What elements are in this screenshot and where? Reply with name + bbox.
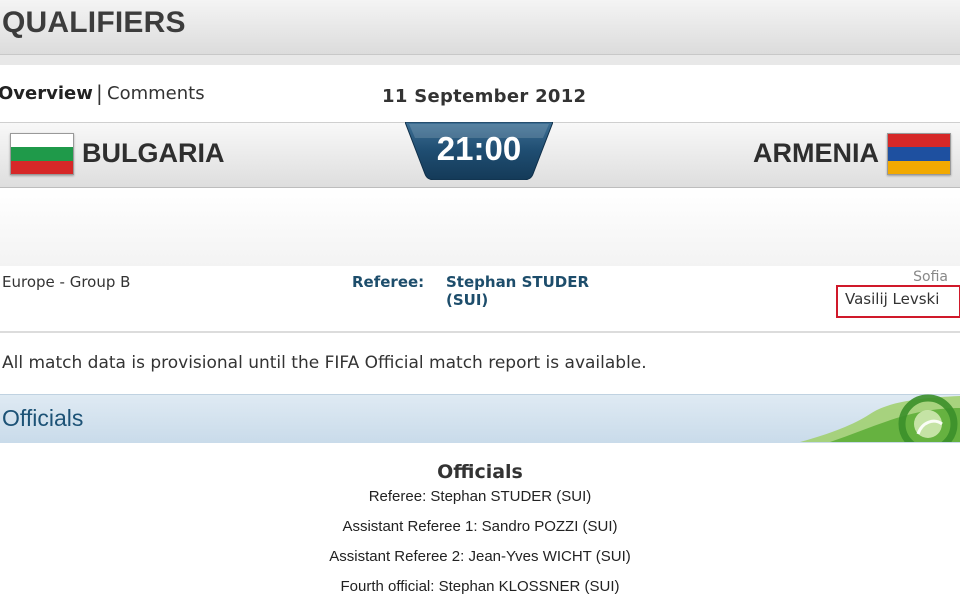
official-fourth: Fourth official: Stephan KLOSSNER (SUI)	[340, 578, 620, 595]
flag-stripe-top	[888, 134, 950, 148]
tab-separator: |	[96, 81, 103, 105]
page-title: QUALIFIERS	[2, 6, 186, 39]
venue-city: Sofia	[913, 269, 948, 285]
away-team-name[interactable]: ARMENIA	[753, 138, 879, 169]
header-divider	[0, 55, 960, 65]
match-group: Europe - Group B	[2, 273, 131, 291]
officials-heading: Officials	[437, 461, 523, 483]
kickoff-time: 21:00	[436, 130, 522, 167]
provisional-notice: All match data is provisional until the …	[2, 353, 647, 373]
flag-stripe-middle	[888, 147, 950, 161]
officials-section-title: Officials	[2, 405, 84, 431]
official-assistant-1: Assistant Referee 1: Sandro POZZI (SUI)	[342, 518, 618, 535]
bulgaria-flag-icon	[10, 133, 74, 175]
score-band	[0, 188, 960, 266]
armenia-flag-icon	[887, 133, 951, 175]
flag-stripe-bottom	[11, 160, 73, 174]
referee-name: Stephan STUDER (SUI)	[446, 273, 590, 309]
divider	[0, 331, 960, 333]
official-assistant-2: Assistant Referee 2: Jean-Yves WICHT (SU…	[329, 548, 631, 565]
match-date: 11 September 2012	[382, 86, 587, 107]
home-team-name[interactable]: BULGARIA	[82, 138, 225, 169]
tournament-logo-icon	[800, 394, 960, 442]
flag-stripe-top	[11, 134, 73, 148]
official-referee: Referee: Stephan STUDER (SUI)	[368, 488, 592, 505]
flag-stripe-middle	[11, 147, 73, 161]
highlight-box	[836, 285, 960, 318]
flag-stripe-bottom	[888, 160, 950, 174]
referee-label: Referee:	[352, 273, 425, 291]
tab-overview[interactable]: Overview	[0, 83, 93, 104]
tab-comments[interactable]: Comments	[107, 83, 205, 104]
